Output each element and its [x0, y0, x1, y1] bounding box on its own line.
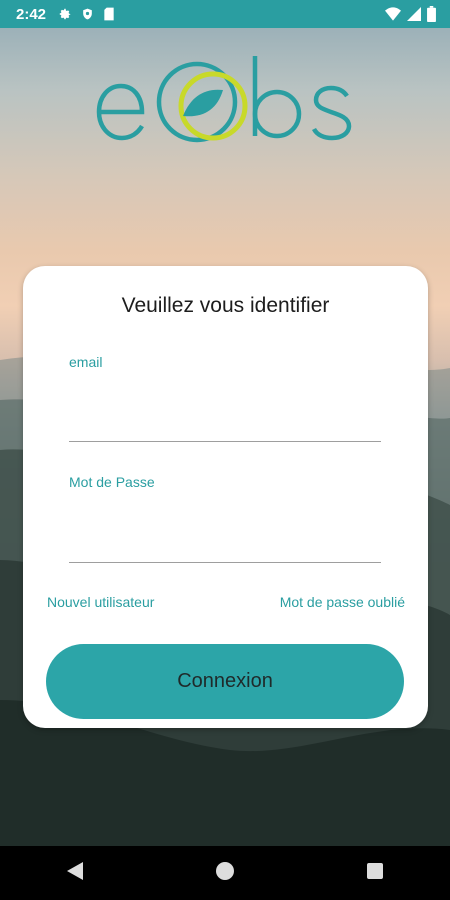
gear-icon: [58, 7, 72, 21]
status-time: 2:42: [16, 5, 47, 23]
home-button[interactable]: [205, 853, 245, 893]
login-title: Veuillez vous identifier: [121, 294, 330, 317]
forgot-password-link[interactable]: Mot de passe oublié: [280, 594, 405, 610]
connexion-button[interactable]: Connexion: [46, 644, 404, 719]
wifi-icon: [385, 7, 401, 21]
back-icon: [67, 861, 83, 885]
battery-icon: [427, 6, 436, 22]
home-icon: [216, 861, 234, 885]
eobs-logo: [95, 50, 357, 150]
recents-icon: [367, 862, 383, 884]
login-card: Veuillez vous identifier email Mot de Pa…: [23, 266, 428, 728]
shield-icon: [81, 7, 94, 21]
recents-button[interactable]: [355, 853, 395, 893]
back-button[interactable]: [55, 853, 95, 893]
email-label: email: [69, 354, 103, 370]
email-field[interactable]: [69, 401, 381, 442]
new-user-link[interactable]: Nouvel utilisateur: [47, 594, 154, 610]
sd-card-icon: [103, 7, 115, 21]
status-bar: 2:42: [0, 0, 450, 28]
signal-icon: [407, 7, 421, 21]
password-field[interactable]: [69, 522, 381, 563]
password-label: Mot de Passe: [69, 474, 155, 490]
navigation-bar: [0, 846, 450, 900]
